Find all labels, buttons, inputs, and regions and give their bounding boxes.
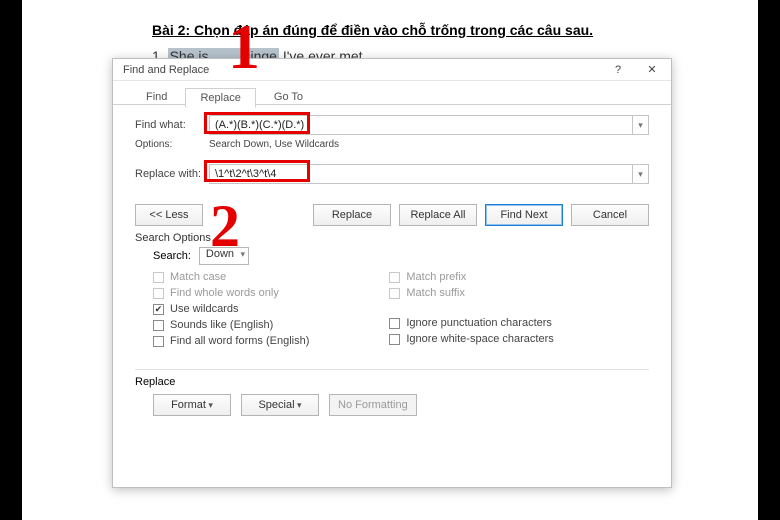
ignore-punct-checkbox[interactable]: Ignore punctuation characters xyxy=(389,317,553,329)
checkbox-icon xyxy=(389,288,400,299)
replace-button[interactable]: Replace xyxy=(313,204,391,226)
options-value: Search Down, Use Wildcards xyxy=(209,139,339,150)
replace-all-button[interactable]: Replace All xyxy=(399,204,477,226)
sounds-like-checkbox[interactable]: Sounds like (English) xyxy=(153,319,309,331)
help-button[interactable]: ? xyxy=(605,64,631,76)
search-options-grid: Match case Find whole words only ✔ Use w… xyxy=(113,269,671,357)
dialog-title: Find and Replace xyxy=(123,64,209,76)
all-word-forms-checkbox[interactable]: Find all word forms (English) xyxy=(153,335,309,347)
action-buttons: << Less Replace Replace All Find Next Ca… xyxy=(113,194,671,228)
find-dropdown-icon[interactable]: ▾ xyxy=(633,115,649,135)
match-prefix-checkbox: Match prefix xyxy=(389,271,553,283)
match-suffix-checkbox: Match suffix xyxy=(389,287,553,299)
find-what-label: Find what: xyxy=(135,119,209,131)
special-button[interactable]: Special xyxy=(241,394,319,416)
checkbox-icon xyxy=(389,318,400,329)
search-direction-label: Search: xyxy=(153,250,191,262)
highlight-box-replace xyxy=(204,160,310,182)
checkbox-icon xyxy=(153,288,164,299)
checkbox-icon xyxy=(153,336,164,347)
tab-goto[interactable]: Go To xyxy=(259,87,318,107)
replace-section-label: Replace xyxy=(135,376,175,388)
checkbox-icon xyxy=(389,334,400,345)
close-button[interactable]: ✕ xyxy=(639,63,665,76)
replace-with-label: Replace with: xyxy=(135,168,209,180)
annotation-2: 2 xyxy=(210,192,240,261)
checkbox-icon xyxy=(153,272,164,283)
dialog-titlebar: Find and Replace ? ✕ xyxy=(113,59,671,81)
no-formatting-button: No Formatting xyxy=(329,394,417,416)
tab-strip: Find Replace Go To xyxy=(113,81,671,105)
exercise-title: Bài 2: Chọn đáp án đúng để điền vào chỗ … xyxy=(152,22,593,38)
annotation-1: 1 xyxy=(228,10,260,84)
find-replace-dialog: Find and Replace ? ✕ Find Replace Go To … xyxy=(112,58,672,488)
highlight-box-find xyxy=(204,112,310,134)
replace-dropdown-icon[interactable]: ▾ xyxy=(633,164,649,184)
checkbox-icon xyxy=(389,272,400,283)
use-wildcards-checkbox[interactable]: ✔ Use wildcards xyxy=(153,303,309,315)
match-case-checkbox: Match case xyxy=(153,271,309,283)
checkbox-icon: ✔ xyxy=(153,304,164,315)
search-options-title: Search Options xyxy=(113,228,671,246)
checkbox-icon xyxy=(153,320,164,331)
tab-find[interactable]: Find xyxy=(131,87,182,107)
less-button[interactable]: << Less xyxy=(135,204,203,226)
cancel-button[interactable]: Cancel xyxy=(571,204,649,226)
ignore-whitespace-checkbox[interactable]: Ignore white-space characters xyxy=(389,333,553,345)
find-next-button[interactable]: Find Next xyxy=(485,204,563,226)
options-label: Options: xyxy=(135,139,209,150)
format-button[interactable]: Format xyxy=(153,394,231,416)
whole-words-checkbox: Find whole words only xyxy=(153,287,309,299)
tab-replace[interactable]: Replace xyxy=(185,88,255,108)
